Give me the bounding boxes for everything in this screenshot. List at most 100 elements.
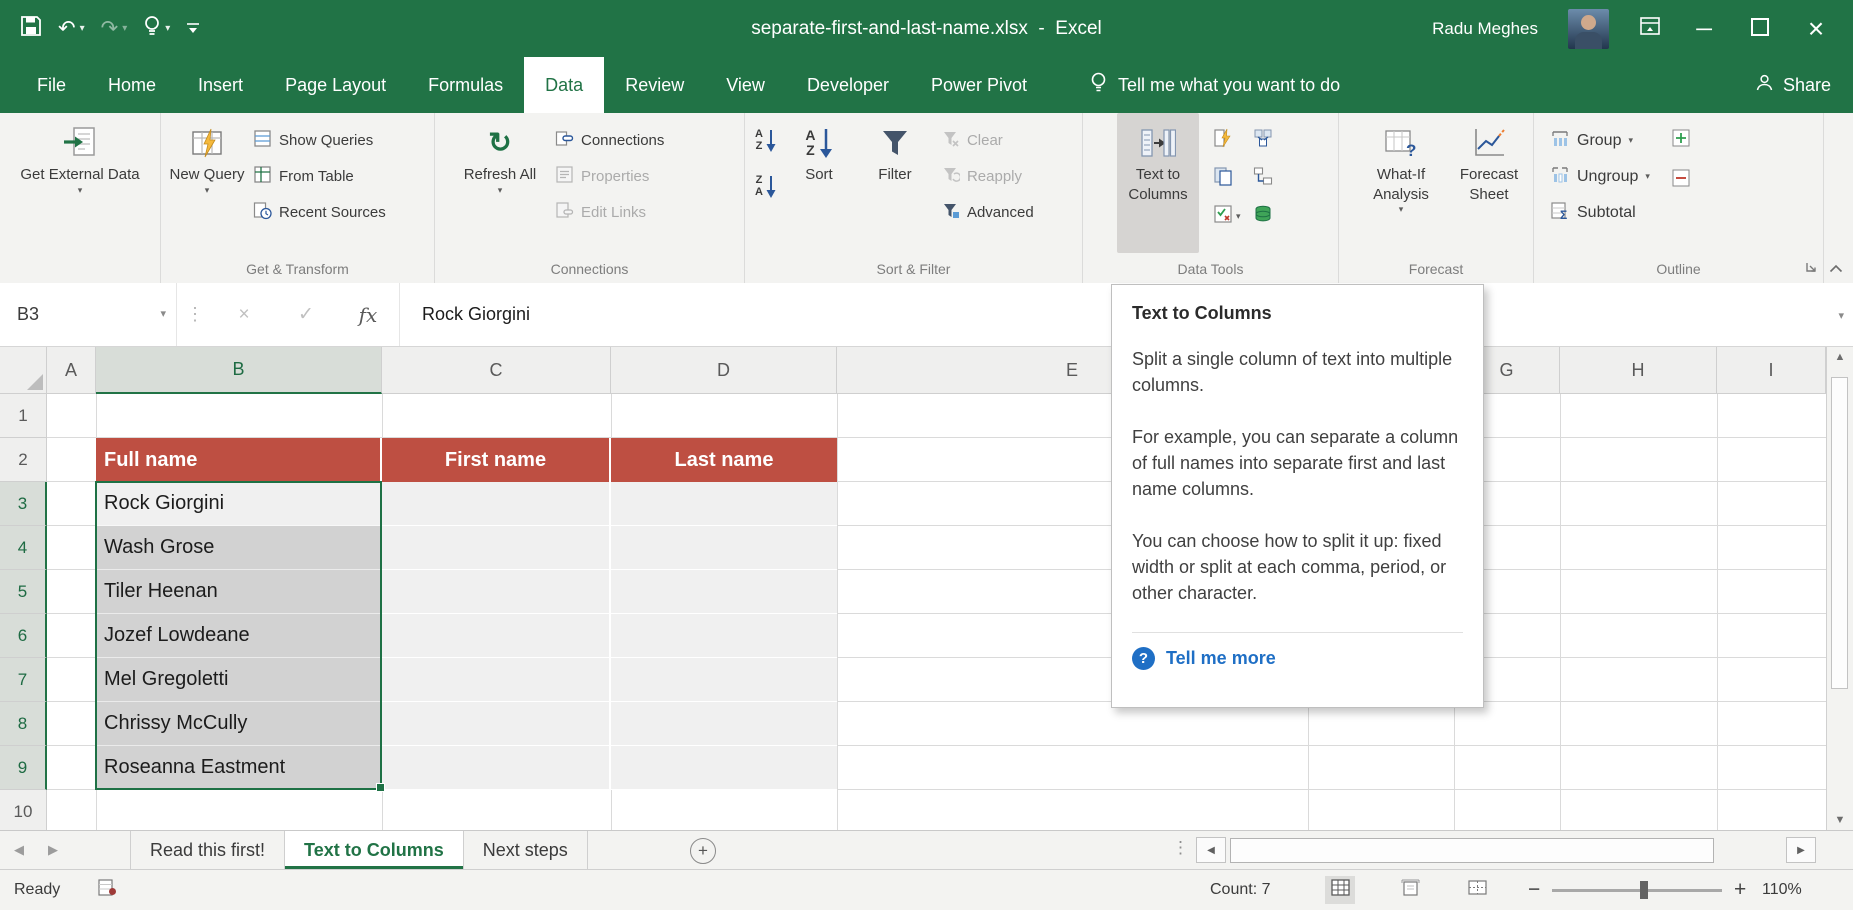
worksheet-grid[interactable]: Full name First name Last name Rock Gior… [47, 394, 1826, 830]
column-header-a[interactable]: A [47, 347, 96, 394]
sheet-tab-next-steps[interactable]: Next steps [464, 831, 588, 869]
horizontal-scrollbar-thumb[interactable] [1230, 838, 1714, 863]
zoom-in-button[interactable]: + [1734, 870, 1746, 910]
customize-qat-button[interactable] [186, 17, 200, 41]
tab-home[interactable]: Home [87, 57, 177, 113]
hscroll-left-button[interactable]: ◀ [1196, 837, 1226, 863]
text-to-columns-button[interactable]: Text to Columns [1117, 113, 1199, 253]
outline-dialog-launcher[interactable] [1805, 260, 1817, 277]
sheet-nav-left-icon[interactable]: ◀ [14, 831, 24, 869]
vertical-scrollbar-thumb[interactable] [1831, 377, 1848, 689]
what-if-analysis-button[interactable]: ? What-If Analysis ▾ [1353, 113, 1449, 253]
ribbon-display-options-button[interactable] [1639, 15, 1661, 42]
cell-b7[interactable]: Mel Gregoletti [96, 658, 382, 702]
zoom-slider-thumb[interactable] [1640, 881, 1648, 899]
refresh-all-button[interactable]: ↻ Refresh All ▾ [461, 113, 539, 253]
expand-formula-bar-icon[interactable]: ▾ [1838, 309, 1844, 322]
tab-page-layout[interactable]: Page Layout [264, 57, 407, 113]
hscroll-right-button[interactable]: ▶ [1786, 837, 1816, 863]
vertical-scrollbar[interactable]: ▲ ▼ [1826, 347, 1853, 830]
row-header-7[interactable]: 7 [0, 658, 47, 702]
get-external-data-button[interactable]: Get External Data ▾ [15, 113, 145, 253]
cell-b8[interactable]: Chrissy McCully [96, 702, 382, 746]
sort-button[interactable]: AZ Sort [786, 113, 852, 253]
maximize-button[interactable] [1747, 16, 1773, 42]
select-all-corner[interactable] [0, 347, 47, 394]
scroll-down-icon[interactable]: ▼ [1827, 814, 1853, 826]
new-query-button[interactable]: New Query ▾ [169, 113, 245, 253]
hide-detail-button[interactable] [1672, 168, 1690, 192]
row-header-8[interactable]: 8 [0, 702, 47, 746]
remove-duplicates-button[interactable] [1213, 166, 1241, 190]
advanced-filter-button[interactable]: Advanced [942, 200, 1034, 225]
sort-descending-button[interactable]: ZA [755, 175, 776, 199]
status-count[interactable]: Count: 7 [1210, 870, 1270, 910]
tab-data[interactable]: Data [524, 57, 604, 113]
cell-b9[interactable]: Roseanna Eastment [96, 746, 382, 790]
connections-button[interactable]: Connections [555, 128, 664, 153]
show-detail-button[interactable] [1672, 128, 1690, 152]
forecast-sheet-button[interactable]: Forecast Sheet [1449, 113, 1529, 253]
filter-button[interactable]: Filter [860, 113, 930, 253]
name-box-chevron-icon[interactable]: ▾ [160, 307, 166, 320]
row-header-2[interactable]: 2 [0, 438, 47, 482]
page-layout-view-button[interactable] [1395, 876, 1425, 904]
collapse-ribbon-button[interactable] [1829, 260, 1843, 277]
scroll-up-icon[interactable]: ▲ [1827, 351, 1853, 363]
tab-view[interactable]: View [705, 57, 786, 113]
macro-record-button[interactable] [98, 870, 117, 910]
cell-b3[interactable]: Rock Giorgini [96, 482, 382, 526]
column-header-b[interactable]: B [96, 347, 382, 394]
flash-fill-button[interactable] [1213, 128, 1241, 152]
tab-developer[interactable]: Developer [786, 57, 910, 113]
undo-button[interactable]: ↶▾ [58, 16, 85, 41]
tab-review[interactable]: Review [604, 57, 705, 113]
row-header-6[interactable]: 6 [0, 614, 47, 658]
tab-power-pivot[interactable]: Power Pivot [910, 57, 1048, 113]
column-header-h[interactable]: H [1560, 347, 1717, 394]
row-header-5[interactable]: 5 [0, 570, 47, 614]
row-header-3[interactable]: 3 [0, 482, 47, 526]
row-header-4[interactable]: 4 [0, 526, 47, 570]
tab-splitter-handle[interactable]: ⋮ [1172, 838, 1189, 858]
page-break-preview-button[interactable] [1462, 876, 1492, 904]
lamp-button[interactable]: ▾ [143, 15, 170, 43]
tell-me-box[interactable]: Tell me what you want to do [1090, 57, 1340, 113]
column-header-i[interactable]: I [1717, 347, 1826, 394]
cell-b6[interactable]: Jozef Lowdeane [96, 614, 382, 658]
row-header-1[interactable]: 1 [0, 394, 47, 438]
column-header-c[interactable]: C [382, 347, 611, 394]
tell-me-more-link[interactable]: ? Tell me more [1132, 647, 1463, 670]
sheet-tab-text-to-columns[interactable]: Text to Columns [285, 831, 464, 869]
cell-b2-full-name-header[interactable]: Full name [96, 438, 382, 482]
tab-file[interactable]: File [16, 57, 87, 113]
zoom-slider-track[interactable] [1552, 889, 1722, 892]
subtotal-button[interactable]: Σ Subtotal [1550, 200, 1650, 225]
tab-formulas[interactable]: Formulas [407, 57, 524, 113]
zoom-out-button[interactable]: − [1528, 870, 1540, 910]
tab-insert[interactable]: Insert [177, 57, 264, 113]
ungroup-button[interactable]: Ungroup ▾ [1550, 164, 1650, 189]
user-name[interactable]: Radu Meghes [1432, 19, 1538, 39]
sheet-nav-right-icon[interactable]: ▶ [48, 831, 58, 869]
formula-bar-resize-handle[interactable]: ⋮ [176, 283, 213, 346]
show-queries-button[interactable]: Show Queries [253, 128, 386, 153]
group-button[interactable]: Group ▾ [1550, 128, 1650, 153]
recent-sources-button[interactable]: Recent Sources [253, 200, 386, 225]
name-box[interactable]: B3 ▾ [0, 283, 176, 346]
sort-ascending-button[interactable]: AZ [755, 129, 776, 153]
save-button[interactable] [20, 15, 42, 43]
row-header-10[interactable]: 10 [0, 790, 47, 830]
cell-d2-last-name-header[interactable]: Last name [611, 438, 837, 482]
close-button[interactable]: × [1803, 13, 1829, 45]
cells-c3-c9[interactable] [382, 482, 611, 790]
cell-c2-first-name-header[interactable]: First name [382, 438, 611, 482]
new-sheet-button[interactable]: + [690, 838, 716, 864]
cells-d3-d9[interactable] [611, 482, 837, 790]
manage-data-model-button[interactable] [1253, 204, 1273, 228]
column-header-d[interactable]: D [611, 347, 837, 394]
zoom-level[interactable]: 110% [1762, 870, 1802, 910]
consolidate-button[interactable] [1253, 128, 1273, 152]
from-table-button[interactable]: From Table [253, 164, 386, 189]
redo-button[interactable]: ↷▾ [101, 16, 128, 41]
